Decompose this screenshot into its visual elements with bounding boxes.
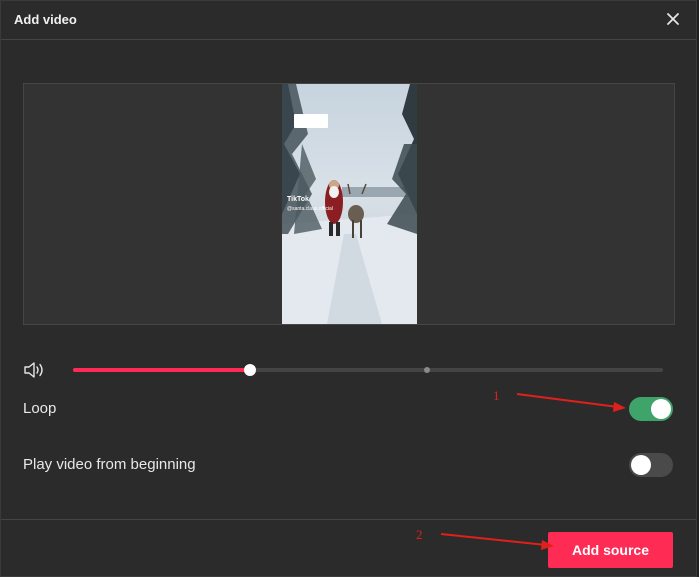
loop-toggle-knob	[651, 399, 671, 419]
tiktok-handle: @santa.claus.official	[287, 206, 333, 212]
volume-icon	[24, 362, 43, 378]
video-frame[interactable]: TikTok @santa.claus.official	[282, 84, 417, 324]
video-preview: TikTok @santa.claus.official	[23, 83, 675, 325]
loop-toggle[interactable]	[629, 397, 673, 421]
volume-button[interactable]	[23, 360, 47, 380]
play-from-beginning-toggle[interactable]	[629, 453, 673, 477]
footer-divider	[1, 519, 696, 520]
add-video-dialog: Add video TikTok @santa.claus.official L…	[0, 0, 697, 577]
add-source-button[interactable]: Add source	[548, 532, 673, 568]
close-button[interactable]	[664, 10, 682, 28]
video-overlay-card	[294, 114, 328, 128]
dialog-title: Add video	[14, 12, 77, 27]
volume-slider-fill	[73, 368, 250, 372]
annotation-1: 1	[493, 388, 500, 403]
dialog-header: Add video	[1, 1, 696, 40]
playback-marker	[424, 367, 430, 373]
volume-slider-thumb[interactable]	[244, 364, 256, 376]
volume-slider[interactable]	[73, 364, 663, 376]
play-from-beginning-toggle-knob	[631, 455, 651, 475]
tiktok-watermark: TikTok	[287, 196, 309, 203]
loop-label: Loop	[23, 400, 57, 417]
annotation-2: 2	[416, 527, 423, 542]
play-from-beginning-label: Play video from beginning	[23, 456, 196, 473]
close-icon	[667, 13, 679, 25]
